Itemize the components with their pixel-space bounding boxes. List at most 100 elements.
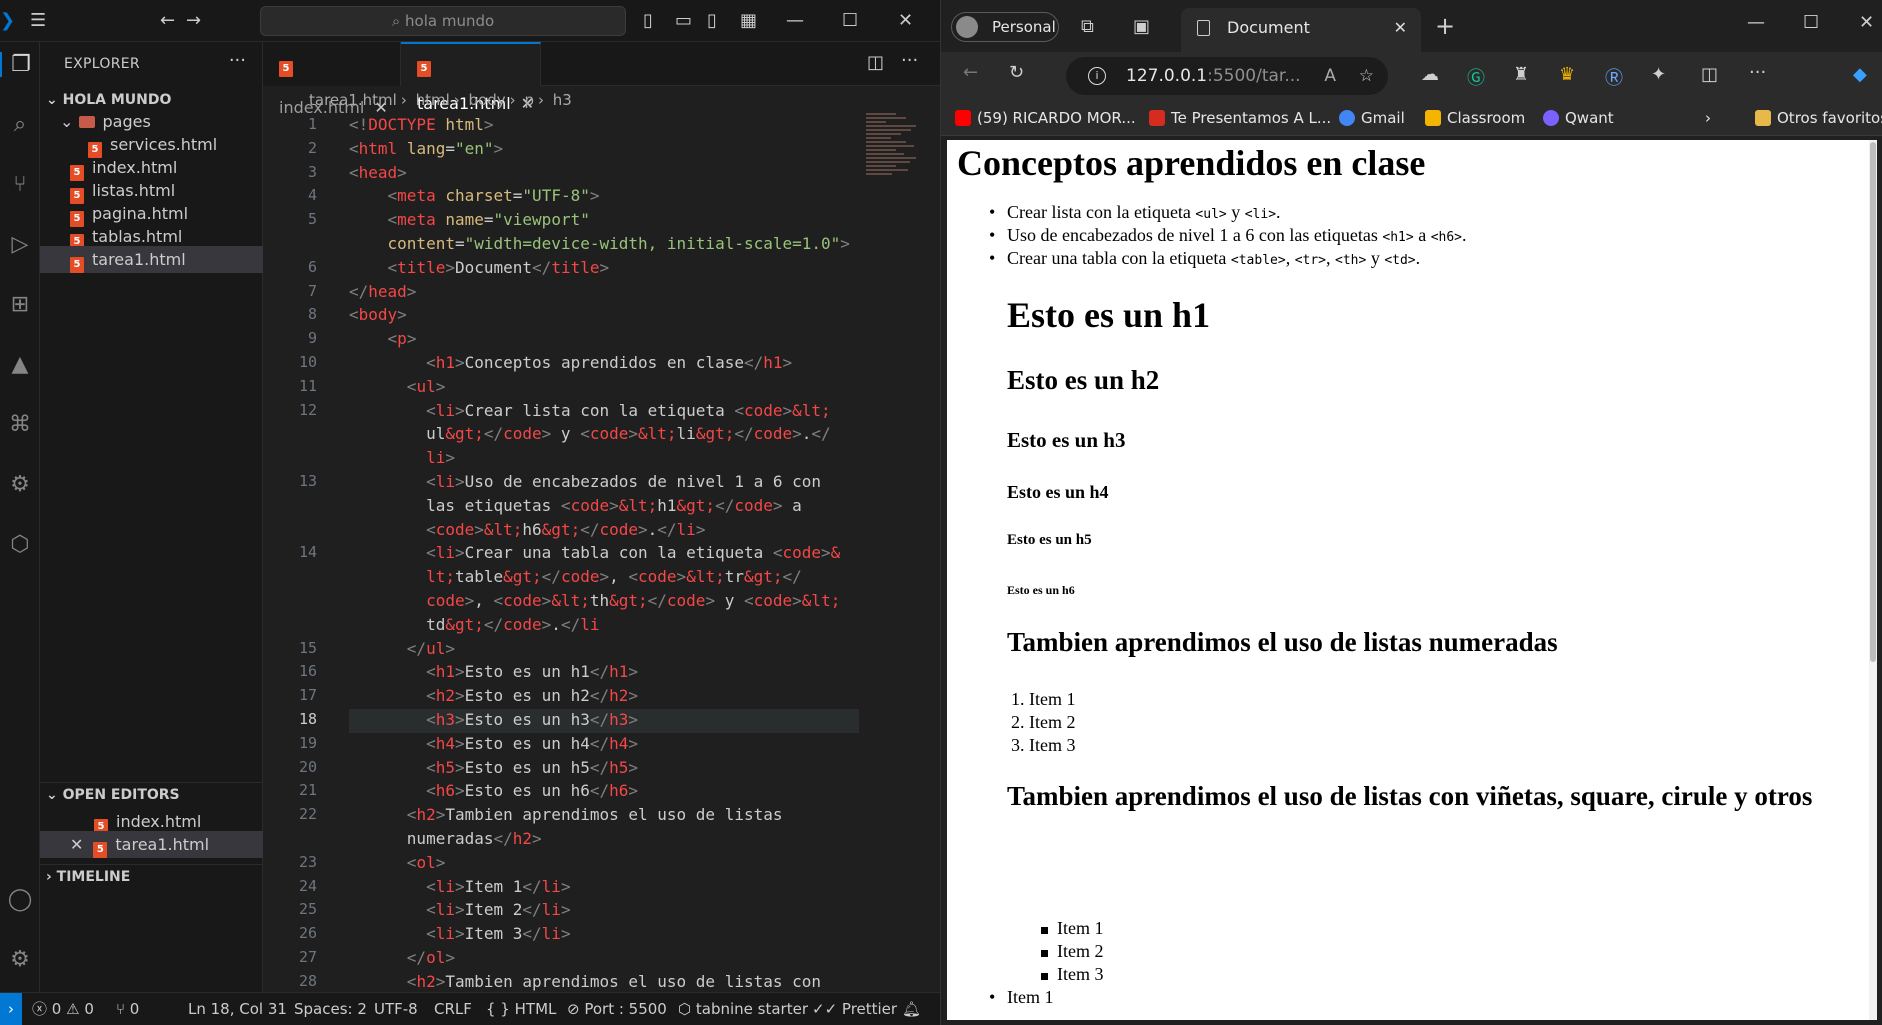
python-icon[interactable]: ⌘ <box>0 412 40 437</box>
bookmark-classroom[interactable]: Classroom <box>1425 106 1525 130</box>
chevron-right-icon[interactable]: › <box>1705 106 1711 130</box>
open-editor-tarea1[interactable]: ✕ 5 tarea1.html <box>40 831 263 858</box>
vscode-titlebar: ❯ ☰ ← → ⌕ hola mundo ▯ ▭ ▯ ▦ — ☐ ✕ <box>0 0 940 42</box>
refresh-icon[interactable]: ↻ <box>1009 62 1024 83</box>
run-debug-icon[interactable]: ▷ <box>0 232 40 257</box>
breadcrumb-item[interactable]: body <box>469 91 506 109</box>
bookmark-gmail[interactable]: Gmail <box>1339 106 1405 130</box>
web-page-viewport[interactable]: Conceptos aprendidos en clase Crear list… <box>947 140 1877 1020</box>
minimize-icon[interactable]: — <box>786 9 804 33</box>
grammarly-icon[interactable]: Ⓖ <box>1467 64 1485 90</box>
close-icon[interactable]: ✕ <box>70 835 83 854</box>
close-window-icon[interactable]: ✕ <box>898 9 913 33</box>
extensions-icon[interactable]: ⊞ <box>0 292 40 317</box>
other-favorites[interactable]: Otros favoritos <box>1755 106 1882 130</box>
heading-numbered-lists: Tambien aprendimos el uso de listas nume… <box>1007 627 1558 657</box>
browser-tab-document[interactable]: Document ✕ <box>1181 8 1421 52</box>
back-arrow-icon[interactable]: ← <box>963 62 978 83</box>
breadcrumb-item[interactable]: tarea1.html <box>309 91 397 109</box>
line-number: 2 <box>307 138 317 157</box>
cursor-position[interactable]: Ln 18, Col 31 <box>188 993 287 1025</box>
ports-indicator[interactable]: ⑂ 0 <box>116 993 139 1025</box>
favorite-star-icon[interactable]: ☆ <box>1359 57 1374 95</box>
indentation[interactable]: Spaces: 2 <box>294 993 367 1025</box>
heading-bullet-lists: Tambien aprendimos el uso de listas con … <box>1007 781 1813 811</box>
hexagon-icon[interactable]: ⬡ <box>0 532 40 557</box>
line-number: 20 <box>298 757 317 776</box>
more-actions-icon[interactable]: ··· <box>901 50 918 71</box>
back-arrow-icon[interactable]: ← <box>160 9 175 33</box>
minimize-icon[interactable]: — <box>1747 12 1765 33</box>
toggle-sidebar-icon[interactable]: ▯ <box>643 9 653 33</box>
split-screen-icon[interactable]: ◫ <box>1701 64 1718 85</box>
bookmark-te-presentamos[interactable]: Te Presentamos A L... <box>1149 106 1331 130</box>
html5-icon: 5 <box>279 61 293 77</box>
remote-explorer-icon[interactable]: ⚙ <box>0 472 40 497</box>
minimap[interactable] <box>866 113 926 263</box>
tab-actions-icon[interactable]: ▣ <box>1133 16 1150 37</box>
forward-arrow-icon[interactable]: → <box>186 9 201 33</box>
extension-cloud-icon[interactable]: ☁ <box>1421 64 1439 85</box>
profile-button[interactable]: Personal <box>951 12 1059 42</box>
split-editor-icon[interactable]: ◫ <box>867 52 884 73</box>
tab-tarea1[interactable]: 5tarea1.html ✕ <box>401 42 541 113</box>
code-line: </head> <box>349 281 417 301</box>
line-number: 4 <box>307 186 317 205</box>
open-editors-header[interactable]: ⌄ OPEN EDITORS <box>40 782 263 806</box>
extension-puzzle-icon[interactable]: ♜ <box>1513 64 1529 85</box>
more-actions-icon[interactable]: ··· <box>229 50 246 71</box>
breadcrumb-item[interactable]: html <box>416 91 450 109</box>
line-number: 3 <box>307 162 317 181</box>
encoding[interactable]: UTF-8 <box>374 993 418 1025</box>
maximize-icon[interactable]: ☐ <box>1803 12 1819 33</box>
toggle-secondary-sidebar-icon[interactable]: ▯ <box>707 9 717 33</box>
manage-gear-icon[interactable]: ⚙ <box>0 947 40 972</box>
chevron-down-icon: ⌄ <box>46 92 63 108</box>
heading-h2: Esto es un h2 <box>1007 365 1160 395</box>
live-server-port[interactable]: ⊘ Port : 5500 <box>567 993 667 1025</box>
language-mode[interactable]: { } HTML <box>486 993 556 1025</box>
close-icon[interactable]: ✕ <box>1394 8 1407 48</box>
toggle-panel-icon[interactable]: ▭ <box>675 9 692 33</box>
settings-more-icon[interactable]: ··· <box>1749 62 1766 83</box>
extension-r-icon[interactable]: Ⓡ <box>1605 64 1623 90</box>
extensions-icon[interactable]: ✦ <box>1651 64 1666 85</box>
command-center-search[interactable]: ⌕ hola mundo <box>260 6 626 36</box>
new-tab-icon[interactable]: + <box>1435 12 1455 40</box>
bookmark-qwant[interactable]: Qwant <box>1543 106 1614 130</box>
tree-file-tarea1[interactable]: 5 tarea1.html <box>40 246 263 273</box>
problems-indicator[interactable]: ⓧ 0 ⚠ 0 <box>32 993 94 1025</box>
timeline-header[interactable]: › TIMELINE <box>40 864 263 888</box>
explorer-icon[interactable]: ❐ <box>0 52 40 77</box>
line-ending[interactable]: CRLF <box>434 993 472 1025</box>
code-line: <ol> <box>406 852 446 872</box>
account-icon[interactable]: ◯ <box>0 887 40 912</box>
breadcrumb-item[interactable]: p <box>524 91 534 109</box>
tabnine-status[interactable]: ⬡ tabnine starter <box>678 993 808 1025</box>
customize-layout-icon[interactable]: ▦ <box>740 9 757 33</box>
tab-index[interactable]: 5index.html ✕ <box>263 42 401 117</box>
search-view-icon[interactable]: ⌕ <box>0 112 40 137</box>
prettier-status[interactable]: ✓✓ Prettier <box>812 993 897 1025</box>
read-aloud-icon[interactable]: A <box>1324 57 1336 95</box>
breadcrumb-item[interactable]: h3 <box>553 91 572 109</box>
notifications-bell-icon[interactable]: 🔔︎ <box>902 993 921 1025</box>
bookmark-youtube[interactable]: (59) RICARDO MOR... <box>955 106 1136 130</box>
source-control-icon[interactable]: ⑂ <box>0 172 40 197</box>
remote-icon[interactable]: › <box>0 993 22 1025</box>
code-editor[interactable]: 1 <!DOCTYPE html> 2 <html lang="en"> 3 <head>… <box>263 113 940 995</box>
scrollbar-thumb[interactable] <box>1870 142 1876 662</box>
code-line: <li>Uso de encabezados de nivel 1 a 6 co… <box>426 472 822 491</box>
collections-icon[interactable]: ⧉ <box>1081 16 1094 37</box>
page-scrollbar[interactable] <box>1869 140 1877 1020</box>
menu-icon[interactable]: ☰ <box>30 9 46 33</box>
site-info-icon[interactable]: i <box>1088 67 1106 85</box>
chevron-down-icon: ⌄ <box>60 112 79 131</box>
copilot-icon[interactable]: ◆ <box>1853 64 1867 85</box>
maximize-icon[interactable]: ☐ <box>842 9 858 33</box>
crown-extension-icon[interactable]: ♛ <box>1559 64 1575 85</box>
angular-icon[interactable]: ▲ <box>0 352 40 377</box>
close-window-icon[interactable]: ✕ <box>1859 12 1874 33</box>
chevron-down-icon: ⌄ <box>46 787 63 803</box>
address-bar[interactable]: i 127.0.0.1:5500/tar... A ☆ <box>1066 57 1388 95</box>
